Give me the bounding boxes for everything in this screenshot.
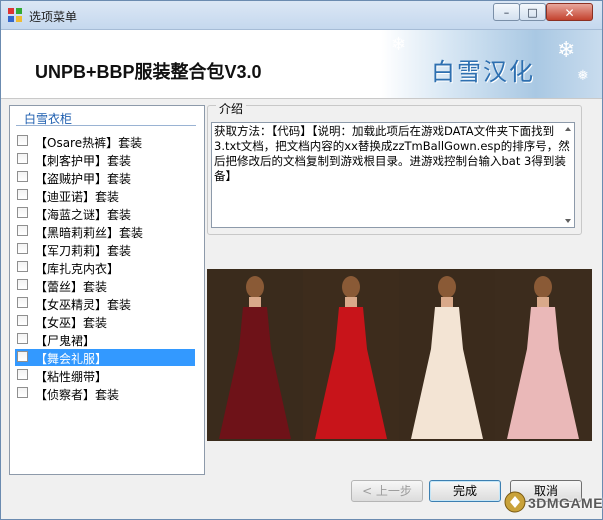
list-item-label: 【粘性绷带】	[35, 370, 108, 384]
list-item[interactable]: 【迪亚诺】套装	[15, 187, 195, 204]
list-item-label: 【侦察者】套装	[35, 388, 120, 402]
close-button[interactable]: ✕	[546, 3, 593, 21]
finish-button[interactable]: 完成	[429, 480, 501, 502]
checkbox[interactable]	[17, 279, 28, 290]
minimize-button[interactable]: –	[493, 3, 520, 21]
list-item[interactable]: 【盗贼护甲】套装	[15, 169, 195, 186]
intro-description: 获取方法：【代码】【说明：加载此项后在游戏DATA文件夹下面找到3.txt文档，…	[214, 124, 570, 183]
checkbox[interactable]	[17, 171, 28, 182]
list-item-label: 【女巫精灵】套装	[35, 298, 132, 312]
checkbox[interactable]	[17, 135, 28, 146]
scroll-down-icon[interactable]	[563, 216, 573, 226]
list-item[interactable]: 【刺客护甲】套装	[15, 151, 195, 168]
list-item-label: 【迪亚诺】套装	[35, 190, 120, 204]
list-item-label: 【库扎克内衣】	[35, 262, 120, 276]
dress-preview-image	[207, 269, 592, 441]
maximize-button[interactable]: □	[519, 3, 546, 21]
dress-figure-red	[303, 269, 399, 441]
snowflake-icon: ❅	[577, 68, 589, 84]
window-title: 选项菜单	[29, 10, 78, 24]
list-item[interactable]: 【女巫】套装	[15, 313, 195, 330]
list-item-label: 【军刀莉莉】套装	[35, 244, 132, 258]
checkbox[interactable]	[17, 387, 28, 398]
checkbox[interactable]	[17, 369, 28, 380]
list-item[interactable]: 【海蓝之谜】套装	[15, 205, 195, 222]
dialog-window: 选项菜单 – □ ✕ UNPB+BBP服装整合包V3.0 ❄ ❄ ❅ 白雪汉化 …	[0, 0, 603, 520]
watermark-text: 3DMGAME	[528, 495, 603, 511]
list-item-selected[interactable]: 【舞会礼服】	[15, 349, 195, 366]
header-banner: UNPB+BBP服装整合包V3.0 ❄ ❄ ❅ 白雪汉化	[1, 30, 602, 99]
title-bar: 选项菜单 – □ ✕	[1, 1, 602, 30]
checkbox[interactable]	[17, 243, 28, 254]
scroll-up-icon[interactable]	[563, 124, 573, 134]
site-watermark: 3DMGAME	[498, 488, 603, 518]
list-item[interactable]: 【黑暗莉莉丝】套装	[15, 223, 195, 240]
checkbox[interactable]	[17, 315, 28, 326]
snowflake-icon: ❄	[557, 38, 576, 63]
package-title: UNPB+BBP服装整合包V3.0	[35, 62, 262, 82]
checkbox[interactable]	[17, 153, 28, 164]
list-item[interactable]: 【粘性绷带】	[15, 367, 195, 384]
list-item[interactable]: 【库扎克内衣】	[15, 259, 195, 276]
list-item[interactable]: 【蕾丝】套装	[15, 277, 195, 294]
checkbox[interactable]	[17, 297, 28, 308]
checkbox[interactable]	[17, 261, 28, 272]
app-icon	[8, 8, 22, 22]
team-logo: 白雪汉化	[431, 58, 535, 86]
list-item[interactable]: 【侦察者】套装	[15, 385, 195, 402]
list-item[interactable]: 【尸鬼裙】	[15, 331, 195, 348]
list-item[interactable]: 【女巫精灵】套装	[15, 295, 195, 312]
checkbox[interactable]	[17, 333, 28, 344]
back-button[interactable]: < 上一步	[351, 480, 423, 502]
outfit-list[interactable]: 白雪衣柜 【Osare热裤】套装 【刺客护甲】套装 【盗贼护甲】套装 【迪亚诺】…	[9, 105, 205, 475]
list-item-label: 【尸鬼裙】	[35, 334, 96, 348]
list-item[interactable]: 【军刀莉莉】套装	[15, 241, 195, 258]
dress-figure-white	[399, 269, 495, 441]
checkbox[interactable]	[17, 351, 28, 362]
list-item-label: 【黑暗莉莉丝】套装	[35, 226, 144, 240]
list-item-label: 【女巫】套装	[35, 316, 108, 330]
list-item-label: 【舞会礼服】	[35, 352, 108, 366]
list-item-label: 【Osare热裤】套装	[35, 136, 143, 150]
snowflake-icon: ❄	[391, 34, 407, 55]
intro-textbox[interactable]: 获取方法：【代码】【说明：加载此项后在游戏DATA文件夹下面找到3.txt文档，…	[211, 122, 575, 228]
divider	[16, 125, 196, 126]
checkbox[interactable]	[17, 189, 28, 200]
checkbox[interactable]	[17, 207, 28, 218]
list-item-label: 【盗贼护甲】套装	[35, 172, 132, 186]
dress-figure-dark-red	[207, 269, 303, 441]
checkbox[interactable]	[17, 225, 28, 236]
list-item-label: 【刺客护甲】套装	[35, 154, 132, 168]
intro-legend: 介绍	[216, 100, 247, 117]
dress-figure-pink	[495, 269, 592, 441]
watermark-logo-icon	[504, 491, 526, 513]
list-item-label: 【蕾丝】套装	[35, 280, 108, 294]
list-item-label: 【海蓝之谜】套装	[35, 208, 132, 222]
list-item[interactable]: 【Osare热裤】套装	[15, 133, 195, 150]
